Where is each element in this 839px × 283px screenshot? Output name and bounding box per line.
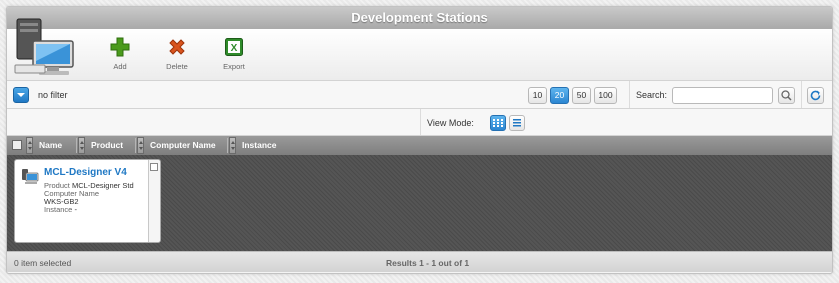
chevron-down-icon xyxy=(17,93,25,97)
column-divider xyxy=(76,138,77,153)
selected-count: 0 item selected xyxy=(14,258,72,268)
card-title[interactable]: MCL-Designer V4 xyxy=(44,167,127,178)
card-instance-line: Instance - xyxy=(44,205,77,214)
column-header-instance[interactable]: Instance xyxy=(242,136,277,155)
workstation-icon xyxy=(22,169,39,184)
search-input[interactable] xyxy=(672,87,773,104)
search-button[interactable] xyxy=(778,87,795,104)
column-divider xyxy=(135,138,136,153)
grid-view-button[interactable] xyxy=(490,115,506,131)
card-select-checkbox[interactable] xyxy=(150,163,158,171)
page-size-50[interactable]: 50 xyxy=(572,87,591,104)
page-size-100[interactable]: 100 xyxy=(594,87,617,104)
toolbar: Add Delete X Export xyxy=(7,18,832,81)
list-icon xyxy=(513,119,521,127)
select-all-checkbox[interactable] xyxy=(12,140,22,150)
column-header-computer-name[interactable]: Computer Name xyxy=(150,136,216,155)
grid-icon xyxy=(493,119,503,127)
results-area: MCL-Designer V4 Product MCL-Designer Std… xyxy=(7,155,832,251)
sort-toggle[interactable] xyxy=(26,137,33,154)
filter-dropdown-button[interactable] xyxy=(13,87,29,103)
export-button[interactable]: X Export xyxy=(214,37,254,71)
sort-toggle[interactable] xyxy=(137,137,144,154)
filter-label: no filter xyxy=(38,90,68,100)
view-mode-bar: View Mode: xyxy=(7,109,832,136)
column-header-product[interactable]: Product xyxy=(91,136,123,155)
sort-toggle[interactable] xyxy=(229,137,236,154)
divider xyxy=(801,81,802,108)
stations-panel: Development Stations Add Delete X Export… xyxy=(6,6,833,274)
card-instance-value: - xyxy=(74,205,77,214)
add-button[interactable]: Add xyxy=(100,37,140,71)
workstation-logo-icon xyxy=(14,18,74,75)
export-glyph: X xyxy=(231,43,238,54)
excel-icon: X xyxy=(225,38,243,56)
column-header-bar: Name Product Computer Name Instance xyxy=(7,136,832,155)
search-icon xyxy=(781,90,792,101)
sort-toggle[interactable] xyxy=(78,137,85,154)
divider xyxy=(629,81,630,108)
card-instance-label: Instance xyxy=(44,205,73,214)
view-mode-label: View Mode: xyxy=(427,118,474,128)
delete-label: Delete xyxy=(166,62,188,71)
results-summary: Results 1 - 1 out of 1 xyxy=(386,258,470,268)
refresh-button[interactable] xyxy=(807,87,824,104)
status-bar: 0 item selected Results 1 - 1 out of 1 xyxy=(7,251,832,272)
window-title: Development Stations xyxy=(7,7,832,29)
refresh-icon xyxy=(810,90,821,101)
column-divider xyxy=(227,138,228,153)
search-label: Search: xyxy=(636,90,668,100)
filter-bar: no filter 10 20 50 100 Search: xyxy=(7,81,832,109)
card-rail xyxy=(148,160,160,242)
list-view-button[interactable] xyxy=(509,115,525,131)
page-size-10[interactable]: 10 xyxy=(528,87,547,104)
divider xyxy=(420,109,421,135)
column-header-name[interactable]: Name xyxy=(39,136,62,155)
export-label: Export xyxy=(223,62,245,71)
delete-x-icon xyxy=(169,39,185,55)
station-card[interactable]: MCL-Designer V4 Product MCL-Designer Std… xyxy=(14,159,161,243)
plus-icon xyxy=(110,37,130,57)
page-size-20[interactable]: 20 xyxy=(550,87,569,104)
delete-button[interactable]: Delete xyxy=(157,37,197,71)
add-label: Add xyxy=(113,62,127,71)
